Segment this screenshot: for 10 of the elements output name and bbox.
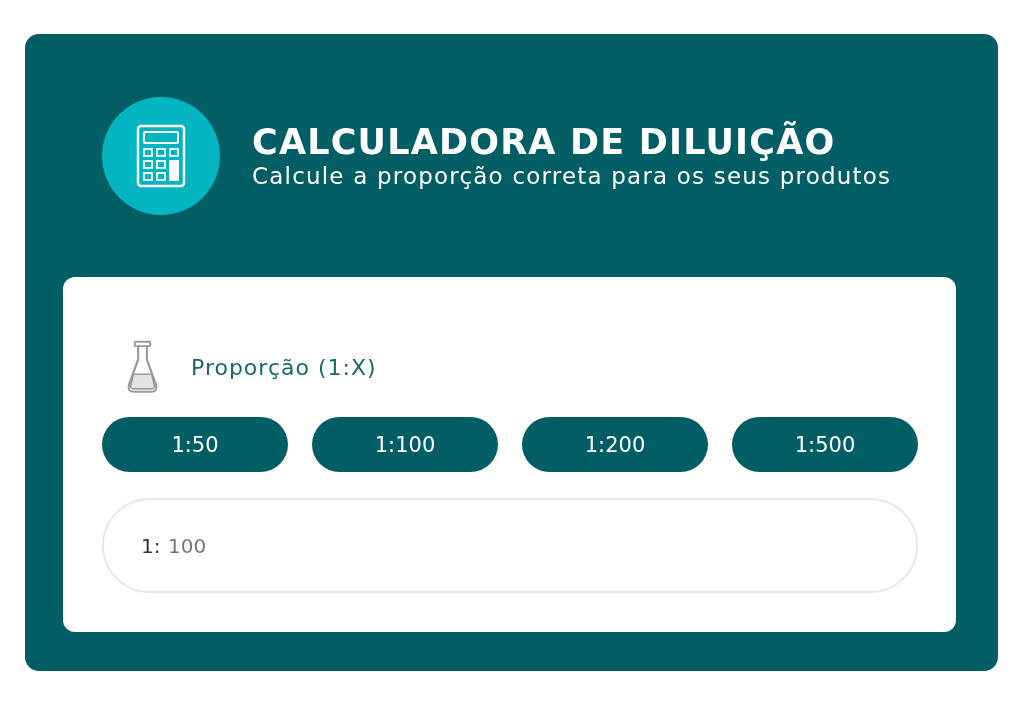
calculator-icon <box>102 97 220 215</box>
calculator-subtitle: Calcule a proporção correta para os seus produtos <box>252 162 892 190</box>
flask-icon <box>126 339 159 395</box>
ratio-preset-button[interactable]: 1:100 <box>312 417 498 472</box>
ratio-preset-button[interactable]: 1:200 <box>522 417 708 472</box>
input-prefix: 1: <box>141 533 161 558</box>
calculator-title: CALCULADORA DE DILUIÇÃO <box>252 122 837 162</box>
ratio-preset-button[interactable]: 1:50 <box>102 417 288 472</box>
ratio-preset-button[interactable]: 1:500 <box>732 417 918 472</box>
ratio-label: Proporção (1:X) <box>191 354 377 380</box>
